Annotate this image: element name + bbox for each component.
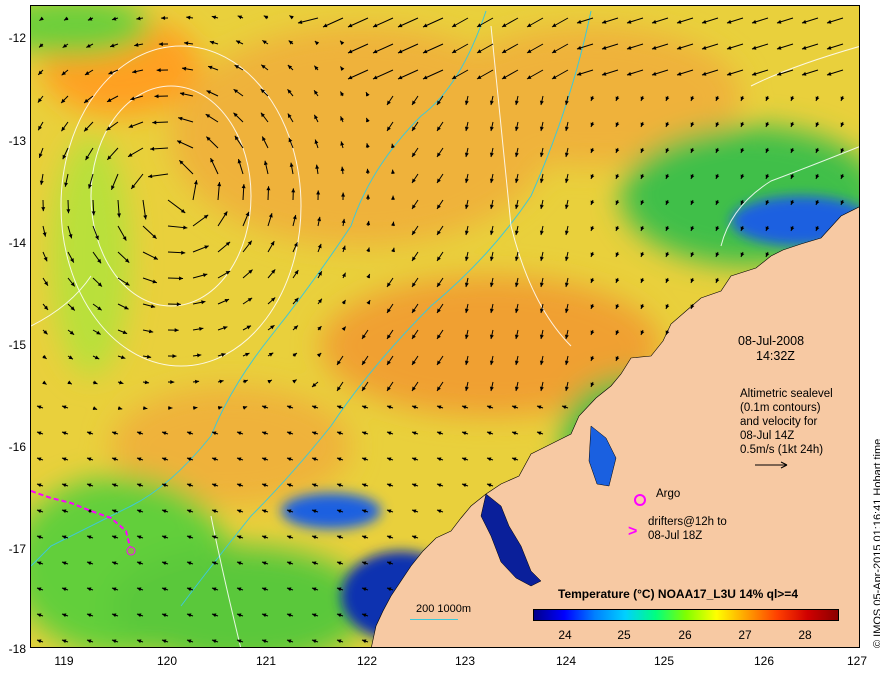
x-tick: 124	[555, 654, 577, 668]
y-tick: -13	[8, 134, 26, 148]
altimetry-line-3: and velocity for	[740, 416, 818, 428]
y-tick: -14	[8, 236, 26, 250]
copyright-timestamp: © IMOS 05-Apr-2015 01:16:41 Hobart time	[872, 438, 880, 648]
colorbar-tick: 28	[798, 628, 812, 642]
x-tick: 119	[54, 654, 74, 668]
depth-legend: 200 1000m	[416, 603, 472, 615]
colorbar-tick: 24	[558, 628, 572, 642]
x-tick: 120	[156, 654, 178, 668]
drifters-line-1: drifters@12h to	[648, 516, 727, 528]
altimetry-line-1: Altimetric sealevel	[740, 388, 833, 400]
y-tick: -18	[8, 642, 26, 656]
altimetry-line-2: (0.1m contours)	[740, 402, 821, 414]
sst-map: >	[31, 6, 859, 647]
map-frame: >	[30, 5, 860, 648]
y-tick: -15	[8, 338, 26, 352]
drifters-line-2: 08-Jul 18Z	[648, 530, 703, 542]
x-tick: 125	[653, 654, 675, 668]
y-tick: -17	[8, 542, 26, 556]
x-tick: 126	[753, 654, 775, 668]
velocity-scale-label: 0.5m/s (1kt 24h)	[740, 444, 824, 456]
colorbar-title: Temperature (°C) NOAA17_L3U 14% ql>=4	[558, 587, 798, 601]
date-label: 08-Jul-2008	[738, 334, 805, 348]
x-tick: 122	[356, 654, 378, 668]
x-tick: 127	[846, 654, 868, 668]
altimetry-line-4: 08-Jul 14Z	[740, 430, 795, 442]
x-tick: 123	[454, 654, 476, 668]
y-tick: -16	[8, 440, 26, 454]
colorbar-tick: 27	[738, 628, 752, 642]
colorbar-tick: 25	[617, 628, 631, 642]
y-tick: -12	[8, 31, 26, 45]
colorbar-tick: 26	[678, 628, 692, 642]
depth-legend-line	[410, 619, 458, 620]
time-label: 14:32Z	[756, 349, 795, 363]
argo-label: Argo	[656, 488, 681, 500]
drifter-symbol: >	[628, 523, 637, 540]
colorbar	[533, 609, 839, 621]
x-tick: 121	[255, 654, 277, 668]
